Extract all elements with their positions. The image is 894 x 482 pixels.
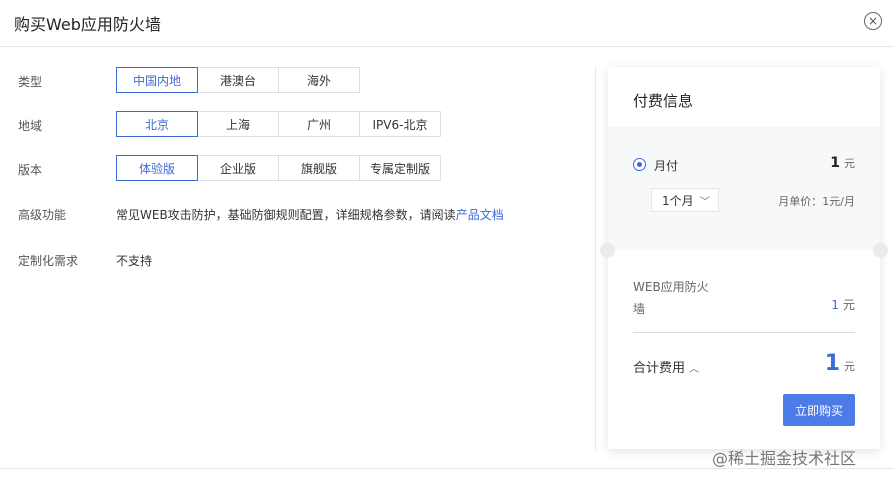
product-price: 1元	[831, 296, 855, 313]
total-price-unit: 元	[844, 360, 855, 373]
chevron-up-icon: ︿	[689, 364, 700, 375]
edition-label: 版本	[18, 163, 43, 177]
monthly-radio[interactable]	[633, 158, 646, 171]
custom-value: 不支持	[116, 254, 153, 268]
region-option-guangzhou[interactable]: 广州	[278, 111, 360, 137]
region-label: 地域	[18, 119, 43, 133]
region-options: 北京 上海 广州 IPV6-北京	[116, 111, 441, 137]
advanced-label: 高级功能	[18, 208, 67, 222]
type-label: 类型	[18, 75, 43, 89]
product-name: WEB应用防火墙	[633, 280, 709, 316]
product-price-value: 1	[831, 298, 839, 312]
custom-label: 定制化需求	[18, 254, 79, 268]
edition-option-flagship[interactable]: 旗舰版	[278, 155, 360, 181]
close-icon[interactable]: ×	[864, 12, 882, 30]
type-option-mainland[interactable]: 中国内地	[116, 67, 198, 93]
card-divider	[633, 332, 855, 333]
type-option-hkmotw[interactable]: 港澳台	[197, 67, 279, 93]
total-price-value: 1	[824, 351, 840, 376]
unit-price: 月单价：1元/月	[778, 195, 855, 208]
region-option-ipv6-beijing[interactable]: IPV6-北京	[359, 111, 441, 137]
dialog-title: 购买Web应用防火墙	[14, 15, 161, 34]
type-option-overseas[interactable]: 海外	[278, 67, 360, 93]
total-toggle[interactable]: 合计费用 ︿	[633, 357, 699, 376]
monthly-price-value: 1	[830, 155, 840, 171]
total-price: 1元	[825, 351, 855, 376]
product-docs-link[interactable]: 产品文档	[456, 208, 504, 222]
watermark: @稀土掘金技术社区	[712, 449, 857, 468]
edition-option-trial[interactable]: 体验版	[116, 155, 198, 181]
payment-options-panel	[608, 127, 880, 250]
payment-card: 付费信息 月付 1元 1个月 ﹀ 月单价：1元/月 WEB应用防火墙 1元 合计…	[600, 67, 888, 449]
advanced-description: 常见WEB攻击防护，基础防御规则配置，详细规格参数，请阅读产品文档	[116, 206, 504, 223]
duration-select[interactable]: 1个月 ﹀	[651, 188, 719, 212]
type-options: 中国内地 港澳台 海外	[116, 67, 360, 93]
advanced-text: 常见WEB攻击防护，基础防御规则配置，详细规格参数，请阅读	[116, 208, 456, 222]
region-option-beijing[interactable]: 北京	[116, 111, 198, 137]
product-price-unit: 元	[842, 298, 855, 312]
total-label: 合计费用	[633, 361, 686, 376]
vertical-divider	[595, 67, 596, 450]
edition-option-custom[interactable]: 专属定制版	[359, 155, 441, 181]
buy-now-button[interactable]: 立即购买	[783, 394, 855, 426]
monthly-price-unit: 元	[844, 157, 855, 170]
card-notch-left	[600, 243, 615, 258]
edition-options: 体验版 企业版 旗舰版 专属定制版	[116, 155, 441, 181]
card-notch-right	[873, 243, 888, 258]
payment-title: 付费信息	[633, 92, 694, 110]
chevron-down-icon: ﹀	[700, 197, 710, 208]
dialog-header: 购买Web应用防火墙 ×	[0, 0, 894, 47]
edition-option-enterprise[interactable]: 企业版	[197, 155, 279, 181]
monthly-price: 1元	[830, 155, 855, 171]
duration-value: 1个月	[662, 193, 694, 208]
monthly-label: 月付	[654, 159, 679, 173]
region-option-shanghai[interactable]: 上海	[197, 111, 279, 137]
